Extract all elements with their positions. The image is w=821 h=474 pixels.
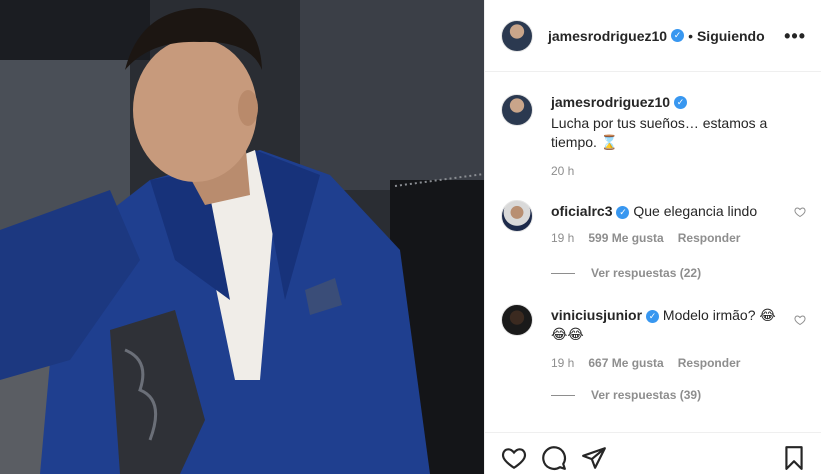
commenter-avatar[interactable]	[501, 200, 533, 232]
replies-line-divider	[551, 272, 575, 274]
commenter-username[interactable]: viniciusjunior	[551, 307, 642, 323]
paper-plane-icon[interactable]	[581, 445, 607, 471]
post-side-panel: jamesrodriguez10 ✓ • Siguiendo ••• james…	[484, 0, 821, 474]
more-options-icon[interactable]: •••	[784, 26, 806, 47]
bookmark-icon[interactable]	[781, 445, 807, 471]
caption-username[interactable]: jamesrodriguez10	[551, 94, 670, 110]
comment-item: viniciusjunior ✓ Modelo irmão? 😂 😂😂 19 h6…	[501, 304, 806, 370]
following-button[interactable]: Siguiendo	[697, 28, 765, 44]
verified-badge-icon: ✓	[646, 309, 660, 323]
author-username[interactable]: jamesrodriguez10	[548, 28, 667, 44]
post-caption: jamesrodriguez10 ✓ Lucha por tus sueños… …	[501, 94, 806, 178]
verified-badge-icon: ✓	[616, 205, 630, 219]
view-replies-button[interactable]: Ver respuestas (39)	[551, 388, 701, 402]
verified-badge-icon: ✓	[671, 29, 685, 42]
post-header: jamesrodriguez10 ✓ • Siguiendo •••	[485, 0, 821, 72]
comment-timestamp[interactable]: 19 h	[551, 356, 574, 370]
comment-likes[interactable]: 599 Me gusta	[588, 231, 663, 245]
header-separator: •	[688, 27, 693, 44]
verified-badge-icon: ✓	[674, 96, 688, 110]
heart-icon[interactable]	[501, 445, 527, 471]
comment-like-heart-icon[interactable]	[794, 206, 806, 218]
reply-button[interactable]: Responder	[678, 356, 741, 370]
post-photo-illustration	[0, 0, 484, 474]
view-replies-button[interactable]: Ver respuestas (22)	[551, 266, 701, 280]
comment-icon[interactable]	[541, 445, 567, 471]
post-photo[interactable]	[0, 0, 484, 474]
comment-likes[interactable]: 667 Me gusta	[588, 356, 663, 370]
commenter-username[interactable]: oficialrc3	[551, 203, 612, 219]
replies-line-divider	[551, 394, 575, 396]
caption-avatar[interactable]	[501, 94, 533, 126]
view-replies-label: Ver respuestas (39)	[591, 388, 702, 402]
comment-like-heart-icon[interactable]	[794, 314, 806, 326]
caption-text: Lucha por tus sueños… estamos a tiempo. …	[551, 115, 768, 150]
comment-item: oficialrc3 ✓ Que elegancia lindo 19 h 599 …	[501, 200, 806, 245]
commenter-avatar[interactable]	[501, 304, 533, 336]
author-avatar[interactable]	[501, 19, 533, 52]
view-replies-label: Ver respuestas (22)	[591, 266, 702, 280]
reply-button[interactable]: Responder	[678, 231, 741, 245]
post-action-bar	[485, 432, 821, 474]
comment-timestamp[interactable]: 19 h	[551, 231, 574, 245]
comment-text: Que elegancia lindo	[633, 203, 758, 219]
caption-timestamp[interactable]: 20 h	[551, 164, 574, 178]
